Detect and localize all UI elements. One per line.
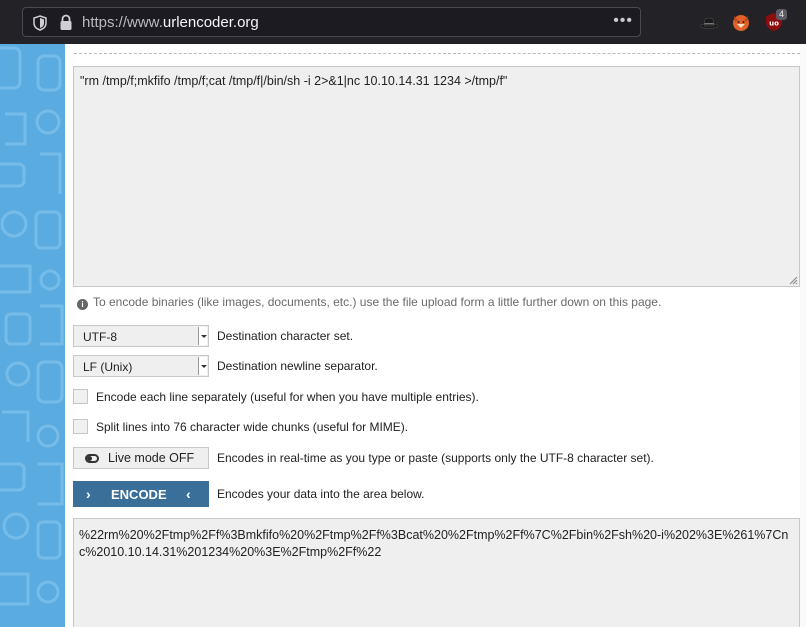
split-row: Split lines into 76 character wide chunk… [73,419,408,434]
info-note: i To encode binaries (like images, docume… [77,295,661,310]
lock-icon[interactable] [59,14,73,31]
resize-handle-icon[interactable] [789,276,798,285]
toggle-icon [85,453,99,463]
newline-label: Destination newline separator. [217,359,378,373]
split-label: Split lines into 76 character wide chunk… [96,419,409,434]
chevron-right-icon: › [86,486,91,502]
each-line-row: Encode each line separately (useful for … [73,389,479,404]
newline-value: LF (Unix) [83,360,133,374]
address-bar[interactable]: https://www.urlencoder.org ••• [22,7,641,37]
charset-value: UTF-8 [83,330,117,344]
each-line-checkbox[interactable] [73,389,88,404]
live-mode-label: Live mode OFF [108,451,195,465]
newline-row: LF (Unix) Destination newline separator. [73,355,378,377]
live-mode-row: Live mode OFF Encodes in real-time as yo… [73,447,654,469]
charset-select[interactable]: UTF-8 [73,325,209,347]
output-textarea[interactable]: %22rm%20%2Ftmp%2Ff%3Bmkfifo%20%2Ftmp%2Ff… [73,518,800,627]
browser-toolbar: https://www.urlencoder.org ••• uo 4 [0,0,806,44]
newline-select[interactable]: LF (Unix) [73,355,209,377]
encode-description: Encodes your data into the area below. [217,487,425,501]
svg-text:uo: uo [769,20,779,28]
decorative-sidebar [0,44,65,627]
url-prefix: https://www. [82,14,163,31]
encode-button[interactable]: › ENCODE ‹ [73,481,209,507]
encode-label: ENCODE [111,487,167,502]
input-text: "rm /tmp/f;mkfifo /tmp/f;cat /tmp/f|/bin… [80,74,508,88]
hat-extension-icon[interactable] [699,12,719,32]
live-mode-button[interactable]: Live mode OFF [73,447,209,469]
charset-label: Destination character set. [217,329,354,343]
chevron-down-icon[interactable] [198,357,207,375]
url-host: urlencoder.org [162,14,259,31]
page-scrollbar[interactable] [800,44,806,627]
extension-badge: 4 [776,9,788,20]
fox-extension-icon[interactable] [731,12,751,32]
chevron-down-icon[interactable] [198,327,207,345]
split-lines-checkbox[interactable] [73,419,88,434]
charset-row: UTF-8 Destination character set. [73,325,353,347]
output-text: %22rm%20%2Ftmp%2Ff%3Bmkfifo%20%2Ftmp%2Ff… [79,528,789,559]
shield-icon[interactable] [33,15,47,31]
url-text[interactable]: https://www.urlencoder.org [82,14,259,31]
info-text: To encode binaries (like images, documen… [93,295,662,309]
info-icon: i [77,299,88,310]
chevron-left-icon: ‹ [186,486,191,502]
section-divider [74,53,800,54]
page-actions-menu-icon[interactable]: ••• [613,12,633,30]
input-textarea[interactable]: "rm /tmp/f;mkfifo /tmp/f;cat /tmp/f|/bin… [73,66,800,287]
live-mode-description: Encodes in real-time as you type or past… [217,451,654,465]
page: "rm /tmp/f;mkfifo /tmp/f;cat /tmp/f|/bin… [0,44,806,627]
each-line-label: Encode each line separately (useful for … [96,389,479,404]
encode-row: › ENCODE ‹ Encodes your data into the ar… [73,481,424,507]
sidebar-pattern [0,46,64,606]
